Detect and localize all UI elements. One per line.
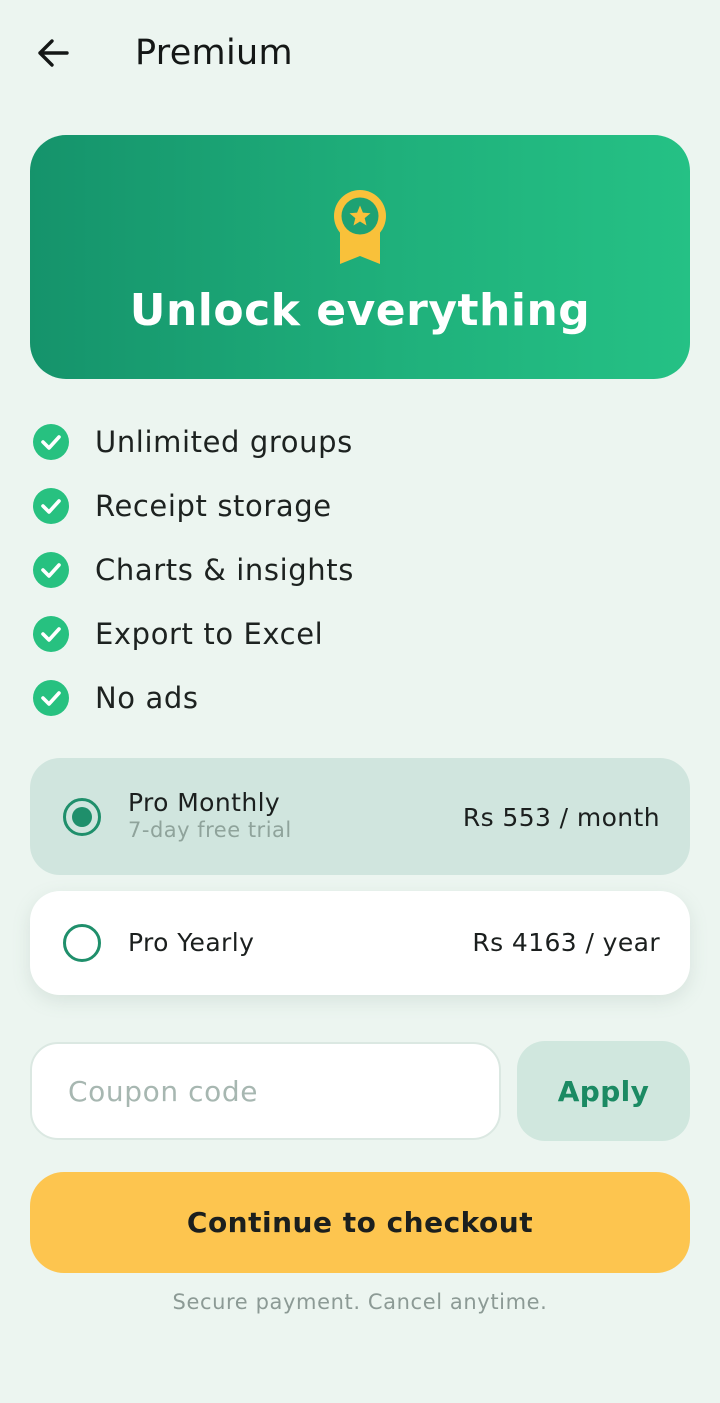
check-circle-icon <box>33 616 69 652</box>
app-header: Premium <box>0 0 720 106</box>
feature-list: Unlimited groups Receipt storage Charts … <box>30 410 690 730</box>
feature-item: Receipt storage <box>30 474 690 538</box>
feature-label: Receipt storage <box>95 489 332 523</box>
apply-coupon-button[interactable]: Apply <box>517 1041 690 1141</box>
arrow-left-icon <box>38 39 69 67</box>
plan-name: Pro Yearly <box>128 928 255 957</box>
hero-banner: Unlock everything <box>30 135 690 379</box>
feature-item: No ads <box>30 666 690 730</box>
page-title: Premium <box>135 33 293 73</box>
premium-screen: Premium Unlock everything Unlimited grou… <box>0 0 720 1403</box>
radio-dot <box>72 807 92 827</box>
radio-selected[interactable] <box>63 798 101 836</box>
coupon-input[interactable] <box>30 1042 501 1140</box>
continue-checkout-button[interactable]: Continue to checkout <box>30 1172 690 1273</box>
award-ribbon-icon <box>334 190 386 264</box>
plan-option-yearly[interactable]: Pro Yearly Rs 4163 / year <box>30 891 690 995</box>
check-circle-icon <box>33 552 69 588</box>
feature-item: Export to Excel <box>30 602 690 666</box>
back-button[interactable] <box>28 28 78 78</box>
check-circle-icon <box>33 680 69 716</box>
feature-item: Unlimited groups <box>30 410 690 474</box>
feature-label: Charts & insights <box>95 553 354 587</box>
feature-label: No ads <box>95 681 199 715</box>
secure-payment-note: Secure payment. Cancel anytime. <box>172 1290 548 1314</box>
plan-subtitle: 7-day free trial <box>128 818 292 842</box>
radio-unselected[interactable] <box>63 924 101 962</box>
check-circle-icon <box>33 488 69 524</box>
feature-item: Charts & insights <box>30 538 690 602</box>
plan-price: Rs 553 / month <box>462 803 660 832</box>
plan-price: Rs 4163 / year <box>472 928 660 957</box>
feature-label: Unlimited groups <box>95 425 353 459</box>
hero-title: Unlock everything <box>129 285 591 336</box>
plan-option-monthly[interactable]: Pro Monthly 7-day free trial Rs 553 / mo… <box>30 758 690 875</box>
feature-label: Export to Excel <box>95 617 324 651</box>
plan-name: Pro Monthly <box>128 788 281 817</box>
check-circle-icon <box>33 424 69 460</box>
